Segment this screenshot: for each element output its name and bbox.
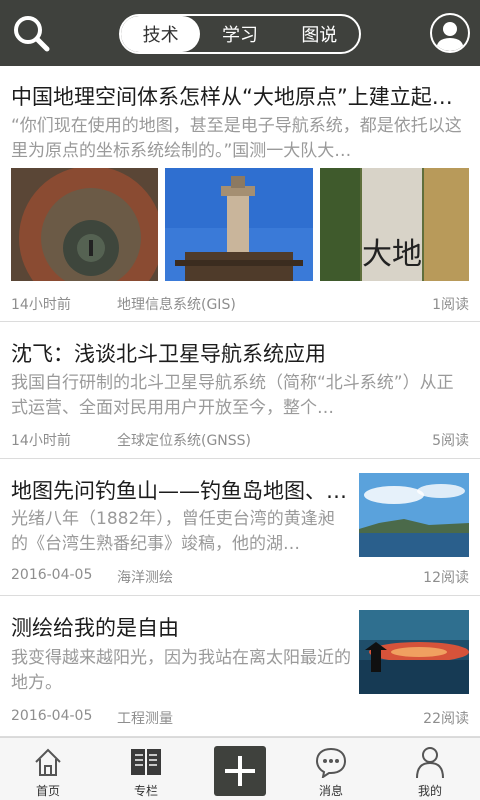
article-time: 2016-04-05 [11,708,93,724]
tab-pictures[interactable]: 图说 [280,16,359,52]
article-category[interactable]: 全球定位系统(GNSS) [117,430,251,450]
article-reads: 22阅读 [423,711,469,727]
search-button[interactable] [10,12,52,54]
nav-mine-label: 我的 [417,784,442,798]
nav-home-label: 首页 [35,784,60,798]
article-title: 测绘给我的是自由 [11,616,179,640]
tab-study[interactable]: 学习 [200,16,279,52]
article-summary: 光绪八年（1882年），曾任吏台湾的黄逢昶的《台湾生熟番纪事》竣稿，他的湖… [11,509,335,554]
article-title: 沈飞：浅谈北斗卫星导航系统应用 [11,342,326,366]
tab-bar: 技术 学习 图说 [119,14,361,54]
top-bar: 技术 学习 图说 [0,0,480,66]
article-category[interactable]: 海洋测绘 [117,567,173,587]
article-summary: 我变得越来越阳光，因为我站在离太阳最近的地方。 [11,648,351,693]
article-reads: 12阅读 [423,570,469,586]
message-icon [315,747,347,778]
bottom-nav: 首页 专栏 消息 我的 [0,737,480,800]
article-title: 地图先问钓鱼山——钓鱼岛地图、… [11,479,347,503]
article-item[interactable]: 中国地理空间体系怎样从“大地原点”上建立起… “你们现在使用的地图，甚至是电子导… [0,66,480,322]
article-category[interactable]: 地理信息系统(GIS) [117,294,236,314]
article-time: 2016-04-05 [11,567,93,583]
article-summary: 我国自行研制的北斗卫星导航系统（简称“北斗系统”）从正式运营、全面对民用用户开放… [11,373,454,418]
tower-photo [165,168,313,281]
nav-messages-label: 消息 [318,784,343,798]
seal-photo [11,168,158,281]
home-icon [35,748,61,776]
nav-messages[interactable]: 消息 [291,738,371,800]
nav-home[interactable]: 首页 [8,738,88,800]
plaque-text: 大地 [362,237,422,272]
avatar-button[interactable] [430,13,470,53]
plus-icon [225,756,255,786]
article-reads: 1阅读 [432,297,469,313]
article-time: 14小时前 [11,297,71,313]
article-reads: 5阅读 [432,433,469,449]
book-icon [131,749,161,775]
island-photo [359,473,469,557]
plaque-photo: 大地 [320,168,469,281]
article-item[interactable]: 测绘给我的是自由 我变得越来越阳光，因为我站在离太阳最近的地方。 2016-04… [0,596,480,737]
nav-column[interactable]: 专栏 [106,738,186,800]
nav-column-label: 专栏 [133,784,158,798]
article-item[interactable]: 沈飞：浅谈北斗卫星导航系统应用 我国自行研制的北斗卫星导航系统（简称“北斗系统”… [0,322,480,459]
article-summary: “你们现在使用的地图，甚至是电子导航系统，都是依托以这里为原点的坐标系统绘制的。… [11,116,462,161]
article-time: 14小时前 [11,433,71,449]
article-category[interactable]: 工程测量 [117,708,173,728]
article-title: 中国地理空间体系怎样从“大地原点”上建立起… [11,85,453,109]
add-button[interactable] [214,746,266,796]
tab-tech[interactable]: 技术 [121,16,201,52]
search-icon [14,16,50,52]
user-icon [436,22,464,51]
user-icon [416,747,444,779]
nav-mine[interactable]: 我的 [390,738,470,800]
article-item[interactable]: 地图先问钓鱼山——钓鱼岛地图、… 光绪八年（1882年），曾任吏台湾的黄逢昶的《… [0,459,480,596]
sunset-photo [359,610,469,694]
